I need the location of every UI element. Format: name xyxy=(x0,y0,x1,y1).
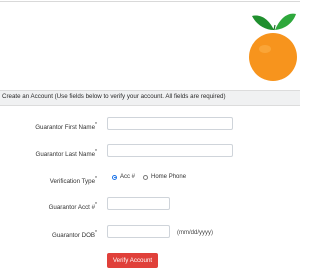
first-name-row: Guarantor First Name* xyxy=(0,117,300,137)
first-name-input[interactable] xyxy=(107,117,233,130)
banner-text: Create an Account (Use fields below to v… xyxy=(2,93,226,100)
acc-number-radio[interactable] xyxy=(112,174,117,180)
acc-number-label[interactable]: Acc # xyxy=(120,174,135,180)
dob-row: Guarantor DOB* (mm/dd/yyyy) xyxy=(0,225,300,245)
create-account-banner: Create an Account (Use fields below to v… xyxy=(0,90,300,106)
acct-input[interactable] xyxy=(107,197,170,210)
dob-format-hint: (mm/dd/yyyy) xyxy=(177,230,213,236)
verify-account-button[interactable]: Verify Account xyxy=(107,253,158,268)
orange-fruit-logo-icon xyxy=(246,6,300,82)
last-name-row: Guarantor Last Name* xyxy=(0,144,300,164)
verification-type-options: Acc # Home Phone xyxy=(112,174,194,180)
home-phone-label[interactable]: Home Phone xyxy=(151,174,186,180)
last-name-label: Guarantor Last Name* xyxy=(35,149,97,159)
dob-label: Guarantor DOB* xyxy=(52,230,97,240)
verification-type-row: Verification Type* Acc # Home Phone xyxy=(0,173,300,193)
first-name-label: Guarantor First Name* xyxy=(35,122,97,132)
verification-type-label: Verification Type* xyxy=(49,176,97,186)
home-phone-radio[interactable] xyxy=(143,174,149,180)
dob-input[interactable] xyxy=(107,225,170,238)
top-divider xyxy=(0,1,300,2)
acct-label: Guarantor Acct #* xyxy=(48,202,97,212)
acct-row: Guarantor Acct #* xyxy=(0,197,300,217)
last-name-input[interactable] xyxy=(107,144,233,157)
